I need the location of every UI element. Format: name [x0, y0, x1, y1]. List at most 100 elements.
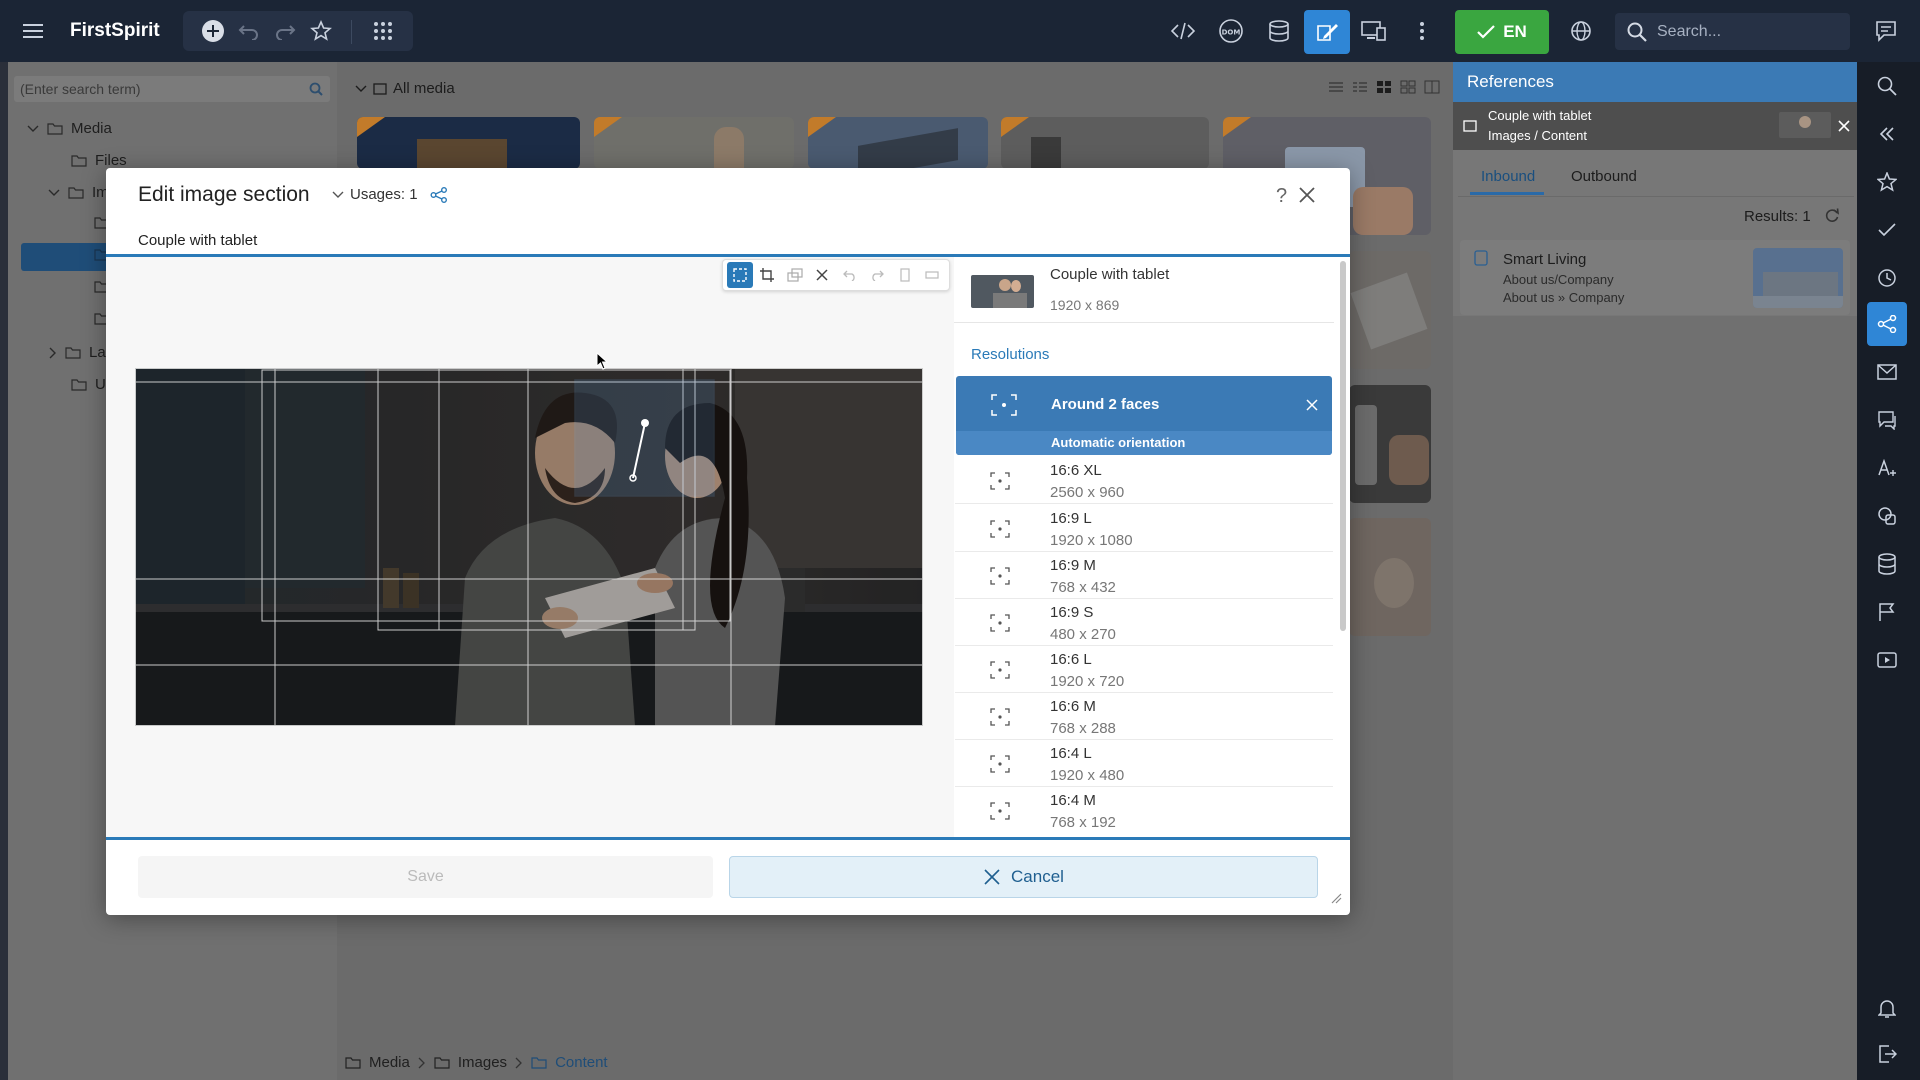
search-icon[interactable]	[309, 82, 323, 96]
undo-icon[interactable]	[837, 262, 863, 288]
detail-view-icon[interactable]	[1352, 80, 1368, 94]
shapes-icon[interactable]	[1867, 496, 1907, 536]
breadcrumb-item[interactable]: Images	[458, 1054, 507, 1071]
focus-frame-icon	[990, 708, 1010, 726]
resolution-size: 768 x 432	[1050, 579, 1116, 596]
clear-icon[interactable]	[810, 262, 836, 288]
tree-search-input[interactable]: (Enter search term)	[14, 76, 330, 102]
undo-icon[interactable]	[232, 14, 266, 48]
close-icon[interactable]	[1298, 186, 1316, 204]
usages-dropdown[interactable]: Usages: 1	[332, 186, 448, 203]
search-icon[interactable]	[1867, 66, 1907, 106]
bookmark-star-icon[interactable]	[1867, 162, 1907, 202]
tab-active-indicator	[1470, 192, 1544, 195]
resolution-row[interactable]: 16:6 L 1920 x 720	[955, 646, 1333, 693]
resolution-row[interactable]: 16:4 L 1920 x 480	[955, 740, 1333, 787]
comments-icon[interactable]	[1867, 400, 1907, 440]
resolution-name: 16:9 M	[1050, 557, 1096, 574]
edit-mode-icon[interactable]	[1304, 10, 1350, 54]
tree-item-images[interactable]: Im	[48, 184, 109, 201]
help-icon[interactable]: ?	[1276, 185, 1287, 208]
redo-icon[interactable]	[865, 262, 891, 288]
redo-icon[interactable]	[268, 14, 302, 48]
globe-icon[interactable]	[1564, 14, 1598, 48]
database-icon[interactable]	[1867, 544, 1907, 584]
translate-icon[interactable]	[1867, 448, 1907, 488]
media-thumbnail[interactable]	[1349, 385, 1431, 503]
tab-inbound[interactable]: Inbound	[1481, 168, 1535, 185]
references-share-icon[interactable]	[1867, 302, 1907, 346]
chat-icon[interactable]	[1869, 14, 1903, 48]
tree-item-files[interactable]: Files	[71, 152, 127, 169]
breadcrumb-item-current[interactable]: Content	[555, 1054, 608, 1071]
media-thumbnail[interactable]	[594, 117, 794, 169]
chevron-right-icon	[49, 347, 56, 358]
media-thumbnail[interactable]	[808, 117, 988, 169]
resolution-row[interactable]: 16:4 M 768 x 192	[955, 787, 1333, 837]
media-thumbnail[interactable]	[1349, 251, 1431, 369]
logout-icon[interactable]	[1867, 1034, 1907, 1074]
global-search-input[interactable]: Search...	[1615, 13, 1850, 50]
image-preview[interactable]	[135, 368, 923, 726]
resolution-size: 1920 x 720	[1050, 673, 1125, 690]
fit-height-icon[interactable]	[920, 262, 946, 288]
database-icon[interactable]	[1262, 14, 1296, 48]
save-button[interactable]: Save	[138, 856, 713, 898]
menu-icon[interactable]	[16, 14, 50, 48]
tile-view-icon[interactable]	[1376, 80, 1392, 94]
code-icon[interactable]	[1166, 14, 1200, 48]
resolution-row[interactable]: 16:6 M 768 x 288	[955, 693, 1333, 740]
list-view-icon[interactable]	[1328, 80, 1344, 94]
scrollbar[interactable]	[1340, 261, 1346, 631]
crop-icon[interactable]	[755, 262, 781, 288]
tab-outbound[interactable]: Outbound	[1571, 168, 1637, 185]
fit-width-icon[interactable]	[892, 262, 918, 288]
large-view-icon[interactable]	[1424, 80, 1440, 94]
chevron-right-icon	[515, 1057, 522, 1068]
layers-icon[interactable]	[782, 262, 808, 288]
focus-frame-icon	[990, 661, 1010, 679]
mail-icon[interactable]	[1867, 352, 1907, 392]
resize-handle-icon[interactable]	[1330, 892, 1342, 904]
grid-view-icon[interactable]	[1400, 80, 1416, 94]
flag-icon[interactable]	[1867, 592, 1907, 632]
cancel-button[interactable]: Cancel	[729, 856, 1318, 898]
resolution-row[interactable]: 16:9 M 768 x 432	[955, 552, 1333, 599]
reference-card[interactable]: Smart Living About us/Company About us »…	[1460, 240, 1850, 315]
tree-item-uploads[interactable]: U	[71, 376, 106, 393]
resolution-name: 16:6 XL	[1050, 462, 1102, 479]
tree-item-label: Files	[95, 152, 127, 169]
video-play-icon[interactable]	[1867, 640, 1907, 680]
tree-item-media[interactable]: Media	[27, 120, 112, 137]
notifications-bell-icon[interactable]	[1867, 988, 1907, 1028]
folder-icon	[47, 123, 63, 135]
media-thumbnail[interactable]	[357, 117, 580, 169]
dom-icon[interactable]: DOM	[1214, 14, 1248, 48]
close-icon[interactable]	[1837, 119, 1851, 133]
more-vertical-icon[interactable]	[1405, 14, 1439, 48]
language-button[interactable]: EN	[1455, 10, 1549, 54]
tree-item-layout[interactable]: La	[49, 344, 106, 361]
preview-devices-icon[interactable]	[1357, 14, 1391, 48]
media-thumbnail[interactable]	[1349, 518, 1431, 636]
selected-resolution-name: Around 2 faces	[1051, 396, 1160, 413]
media-thumbnail[interactable]	[1001, 117, 1209, 169]
collapse-double-chevron-icon[interactable]	[1867, 114, 1907, 154]
references-share-icon[interactable]	[430, 186, 448, 203]
resolution-size: 480 x 270	[1050, 626, 1116, 643]
checkmark-icon[interactable]	[1867, 210, 1907, 250]
media-header[interactable]: All media	[355, 80, 455, 97]
close-icon[interactable]	[1305, 398, 1319, 412]
apps-grid-icon[interactable]	[366, 14, 400, 48]
view-mode-switcher	[1328, 80, 1440, 94]
resolution-selected-around-2-faces[interactable]: Around 2 faces Automatic orientation	[956, 376, 1332, 455]
resolution-row[interactable]: 16:9 S 480 x 270	[955, 599, 1333, 646]
resolution-row[interactable]: 16:6 XL 2560 x 960	[955, 457, 1333, 504]
refresh-icon[interactable]	[1824, 207, 1840, 223]
breadcrumb-item[interactable]: Media	[369, 1054, 410, 1071]
add-icon[interactable]	[196, 14, 230, 48]
select-area-icon[interactable]	[727, 262, 753, 288]
resolution-row[interactable]: 16:9 L 1920 x 1080	[955, 505, 1333, 552]
history-clock-icon[interactable]	[1867, 258, 1907, 298]
favorite-star-icon[interactable]	[304, 14, 338, 48]
